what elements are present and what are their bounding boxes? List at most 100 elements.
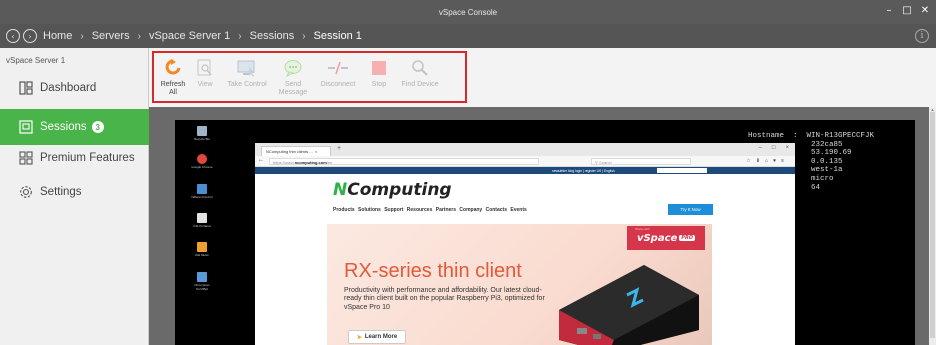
send-message-label: Send Message bbox=[278, 81, 308, 96]
breadcrumb-current-session: Session 1 bbox=[313, 30, 362, 42]
forward-button[interactable]: › bbox=[23, 29, 37, 43]
view-icon bbox=[197, 57, 213, 79]
breadcrumb-separator-icon: › bbox=[80, 30, 84, 42]
stop-icon bbox=[371, 57, 387, 79]
take-control-button[interactable]: Take Control bbox=[221, 53, 273, 101]
view-button[interactable]: View bbox=[189, 53, 221, 101]
back-button[interactable]: ‹ bbox=[6, 29, 20, 43]
web-page-content: NComputing Products Solutions Support Re… bbox=[255, 174, 795, 345]
disconnect-button[interactable]: Disconnect bbox=[313, 53, 363, 101]
find-device-button[interactable]: Find Device bbox=[395, 53, 445, 101]
breadcrumb-separator-icon: › bbox=[302, 30, 306, 42]
sessions-icon bbox=[18, 119, 34, 135]
breadcrumb-sessions[interactable]: Sessions bbox=[250, 30, 295, 42]
refresh-all-button[interactable]: Refresh All bbox=[157, 53, 189, 101]
view-label: View bbox=[197, 81, 213, 88]
sidebar: vSpace Server 1 Dashboard Sessions 3 Pre… bbox=[0, 48, 149, 345]
vspace-badge-caption: Works with bbox=[635, 227, 650, 231]
scrollbar-thumb[interactable] bbox=[930, 112, 935, 338]
session-count-badge: 3 bbox=[91, 121, 104, 133]
desktop-icon-4[interactable]: ICE Music bbox=[190, 242, 214, 257]
desktop-icon-recycle-bin[interactable]: Recycle Bin bbox=[190, 126, 214, 141]
arrow-right-icon: ➤ bbox=[356, 334, 362, 341]
maximize-button[interactable]: □ bbox=[902, 5, 912, 16]
learn-more-button[interactable]: ➤ Learn More bbox=[348, 330, 406, 344]
find-device-icon bbox=[411, 57, 429, 79]
send-message-button[interactable]: Send Message bbox=[273, 53, 313, 101]
browser-maximize-icon[interactable]: □ bbox=[772, 145, 776, 151]
stop-label: Stop bbox=[371, 81, 387, 88]
sidebar-item-label: Dashboard bbox=[40, 82, 97, 94]
sidebar-item-settings[interactable]: Settings bbox=[0, 174, 149, 210]
sidebar-item-label: Premium Features bbox=[40, 152, 135, 164]
thin-client-device-image bbox=[559, 265, 699, 345]
hero-title: RX-series thin client bbox=[344, 260, 522, 282]
vspace-console-window: vSpace Console – □ ✕ ‹ › Home › Servers … bbox=[0, 0, 936, 345]
remote-browser-window: NComputing thin clients ... × + – □ × ← ht… bbox=[255, 143, 795, 345]
session-scrollbar[interactable]: ▲ bbox=[929, 107, 936, 345]
disconnect-label: Disconnect bbox=[320, 81, 356, 88]
settings-icon bbox=[18, 184, 34, 200]
desktop-icon-chrome[interactable]: Google Chrome bbox=[190, 154, 214, 169]
sidebar-item-label: Sessions bbox=[40, 121, 87, 133]
server-label: vSpace Server 1 bbox=[6, 56, 66, 65]
find-device-label: Find Device bbox=[401, 81, 439, 88]
browser-close-icon[interactable]: × bbox=[785, 145, 789, 151]
site-main-menu[interactable]: Products Solutions Support Resources Par… bbox=[333, 207, 527, 213]
browser-tab-strip: NComputing thin clients ... × + – □ × bbox=[255, 143, 795, 156]
stop-button[interactable]: Stop bbox=[363, 53, 395, 101]
premium-features-icon bbox=[18, 150, 34, 166]
breadcrumb-home[interactable]: Home bbox=[43, 30, 72, 42]
url-field[interactable]: https://www.ncomputing.com/en bbox=[269, 158, 539, 165]
refresh-icon bbox=[165, 57, 181, 79]
send-message-icon bbox=[284, 57, 302, 79]
breadcrumb-separator-icon: › bbox=[238, 30, 242, 42]
remote-desktop[interactable]: Recycle Bin Google Chrome Different Kurf… bbox=[175, 120, 915, 345]
hero-subtitle: Productivity with performance and afford… bbox=[344, 287, 545, 311]
browser-tab[interactable]: NComputing thin clients ... × bbox=[261, 146, 331, 156]
sidebar-item-premium-features[interactable]: Premium Features bbox=[0, 140, 149, 176]
window-title: vSpace Console bbox=[438, 8, 498, 17]
browser-minimize-icon[interactable]: – bbox=[759, 145, 762, 151]
info-icon[interactable]: i bbox=[915, 29, 929, 43]
disconnect-icon bbox=[327, 57, 349, 79]
browser-window-controls: – □ × bbox=[759, 145, 789, 151]
breadcrumb-separator-icon: › bbox=[137, 30, 141, 42]
app-icon bbox=[197, 184, 207, 194]
sidebar-item-dashboard[interactable]: Dashboard bbox=[0, 70, 149, 106]
app-icon bbox=[197, 242, 207, 252]
ncomputing-logo[interactable]: NComputing bbox=[333, 180, 452, 200]
breadcrumb-server[interactable]: vSpace Server 1 bbox=[149, 30, 230, 42]
title-bar: vSpace Console – □ ✕ bbox=[0, 0, 936, 24]
take-control-icon bbox=[237, 57, 257, 79]
refresh-all-label: Refresh All bbox=[160, 81, 186, 96]
minimize-button[interactable]: – bbox=[884, 5, 894, 16]
session-toolbar: Refresh All View Take Control Send Messa… bbox=[152, 51, 467, 103]
chrome-icon bbox=[197, 154, 207, 164]
dashboard-icon bbox=[18, 80, 34, 96]
toolbar-area: Refresh All View Take Control Send Messa… bbox=[149, 48, 936, 107]
breadcrumb-servers[interactable]: Servers bbox=[92, 30, 130, 42]
window-controls: – □ ✕ bbox=[884, 5, 930, 16]
app-icon bbox=[197, 213, 207, 223]
take-control-label: Take Control bbox=[227, 81, 267, 88]
browser-toolbar-icons: ☆⬇⌂♥≡ bbox=[746, 158, 789, 164]
site-top-bar: newsletter blog login | register US | En… bbox=[255, 167, 795, 174]
desktop-icon-5[interactable]: NComputer NorthBel bbox=[190, 272, 214, 291]
site-search-box[interactable] bbox=[657, 168, 707, 173]
breadcrumb-bar: ‹ › Home › Servers › vSpace Server 1 › S… bbox=[0, 24, 936, 48]
browser-url-bar: ← https://www.ncomputing.com/en ⚲ Search… bbox=[255, 156, 795, 167]
close-button[interactable]: ✕ bbox=[920, 5, 930, 16]
desktop-icon-3[interactable]: ICE Portland bbox=[190, 213, 214, 228]
hero-banner: RX-series thin client Productivity with … bbox=[327, 224, 712, 345]
sidebar-item-label: Settings bbox=[40, 186, 82, 198]
session-viewer: Recycle Bin Google Chrome Different Kurf… bbox=[149, 107, 936, 345]
back-arrow-icon[interactable]: ← bbox=[258, 157, 264, 163]
browser-search-field[interactable]: ⚲ Search bbox=[591, 158, 691, 165]
new-tab-icon[interactable]: + bbox=[337, 145, 341, 152]
recycle-bin-icon bbox=[197, 126, 207, 136]
site-top-links[interactable]: newsletter blog login | register US | En… bbox=[552, 169, 615, 173]
app-icon bbox=[197, 272, 207, 282]
try-it-now-button[interactable]: Try It Now bbox=[668, 204, 713, 215]
desktop-icon-2[interactable]: Different Kurfurt bbox=[190, 184, 214, 199]
